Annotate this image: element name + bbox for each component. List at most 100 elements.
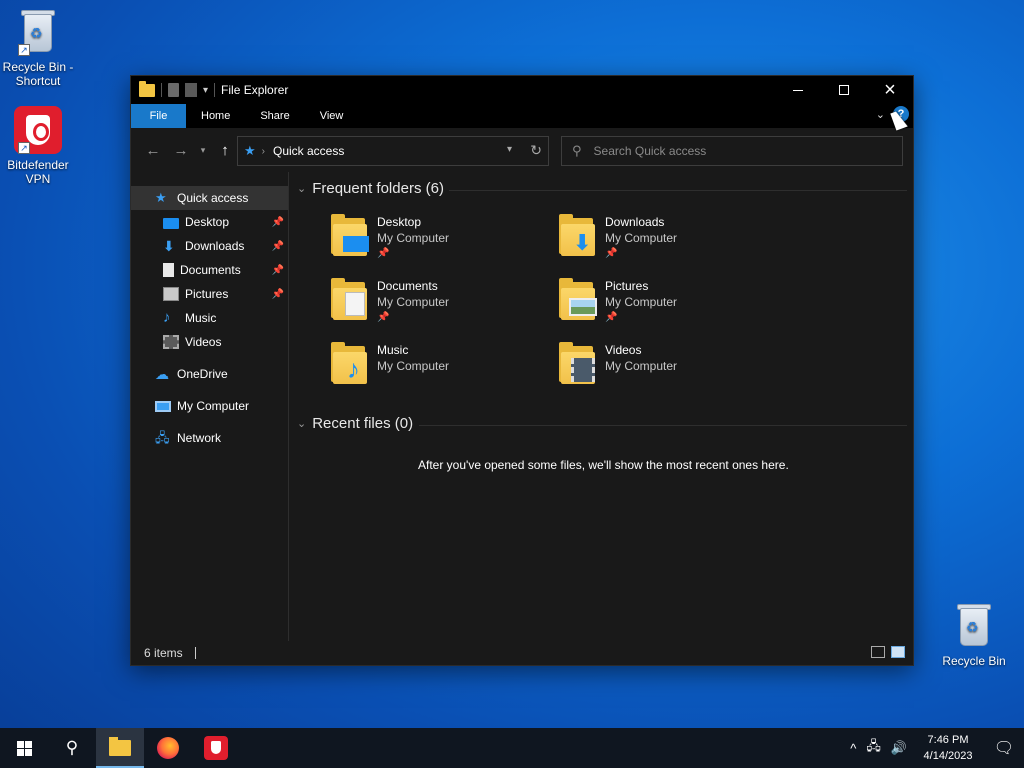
- sidebar-item-label: Documents: [180, 263, 241, 277]
- music-folder-icon: ♪: [331, 342, 371, 384]
- show-hidden-icons-chevron-icon[interactable]: ^: [850, 741, 856, 756]
- cloud-icon: ☁: [155, 366, 169, 382]
- tab-share[interactable]: Share: [245, 104, 304, 128]
- folder-tile-videos[interactable]: Videos My Computer: [559, 342, 769, 402]
- maximize-button[interactable]: [821, 76, 867, 104]
- system-tray: ^ 🖧 🔊 7:46 PM 4/14/2023 🗨: [845, 728, 1024, 768]
- divider: [161, 83, 162, 97]
- folder-location: My Computer: [377, 359, 450, 373]
- folder-tile-desktop[interactable]: Desktop My Computer 📌: [331, 214, 541, 274]
- sidebar-item-label: Music: [185, 311, 217, 325]
- recent-locations-chevron-icon[interactable]: ▾: [195, 145, 211, 156]
- minimize-button[interactable]: [775, 76, 821, 104]
- folder-name: Videos: [605, 343, 642, 357]
- properties-icon[interactable]: [168, 83, 179, 97]
- pin-icon: 📌: [377, 248, 390, 259]
- network-icon[interactable]: 🖧: [866, 737, 881, 759]
- taskbar-bitdefender[interactable]: [192, 728, 240, 768]
- address-dropdown-chevron-icon[interactable]: ▾: [507, 144, 512, 155]
- sidebar-item-onedrive[interactable]: ☁ OneDrive: [131, 362, 288, 386]
- star-icon: ★: [244, 143, 256, 158]
- sidebar-item-quick-access[interactable]: ★ Quick access: [131, 186, 288, 210]
- bitdefender-icon: [204, 736, 228, 760]
- close-button[interactable]: ×: [867, 76, 913, 104]
- address-bar[interactable]: ★ › Quick access ▾ ↻: [237, 136, 549, 166]
- clock[interactable]: 7:46 PM 4/14/2023: [912, 732, 984, 764]
- folder-tile-music[interactable]: ♪ Music My Computer: [331, 342, 541, 402]
- up-button[interactable]: ↑: [211, 142, 239, 159]
- folder-location: My Computer: [605, 359, 678, 373]
- sidebar-item-network[interactable]: 🖧 Network: [131, 426, 288, 450]
- recycle-bin-icon: ♻ ↗: [14, 8, 62, 56]
- desktop-icon-bitdefender-vpn[interactable]: ↗ Bitdefender VPN: [0, 106, 76, 186]
- collapse-chevron-icon[interactable]: ⌄: [297, 417, 306, 430]
- sidebar-item-label: Videos: [185, 335, 222, 349]
- customize-toolbar-chevron-icon[interactable]: ▾: [203, 85, 208, 96]
- folder-location: My Computer: [377, 295, 450, 309]
- pin-icon[interactable]: 📌: [272, 265, 284, 276]
- search-input[interactable]: [593, 144, 884, 158]
- folder-name: Pictures: [605, 279, 649, 293]
- tab-file[interactable]: File: [131, 104, 186, 128]
- search-icon: ⚲: [572, 143, 582, 158]
- frequent-folders-header[interactable]: ⌄ Frequent folders (6): [297, 180, 444, 197]
- volume-icon[interactable]: 🔊: [891, 740, 907, 756]
- taskbar-firefox[interactable]: [144, 728, 192, 768]
- navigation-pane: ★ Quick access Desktop 📌 ⬇ Downloads 📌 D…: [131, 172, 289, 642]
- folder-tile-pictures[interactable]: Pictures My Computer 📌: [559, 278, 769, 338]
- pin-icon[interactable]: 📌: [272, 217, 284, 228]
- maximize-icon: [839, 85, 849, 95]
- breadcrumb[interactable]: Quick access: [273, 144, 344, 158]
- status-bar: 6 items: [131, 641, 913, 665]
- clock-date: 4/14/2023: [923, 750, 973, 762]
- section-title: Recent files (0): [312, 415, 414, 432]
- notifications-icon[interactable]: 🗨: [984, 738, 1024, 758]
- videos-folder-icon: [559, 342, 599, 384]
- pin-icon[interactable]: 📌: [272, 289, 284, 300]
- sidebar-item-my-computer[interactable]: My Computer: [131, 394, 288, 418]
- expand-ribbon-chevron-icon[interactable]: ⌄: [876, 108, 885, 121]
- search-icon: ⚲: [65, 738, 79, 757]
- start-button[interactable]: [0, 728, 48, 768]
- breadcrumb-chevron-icon[interactable]: ›: [262, 146, 265, 157]
- section-title: Frequent folders (6): [312, 180, 444, 197]
- sidebar-item-videos[interactable]: Videos: [131, 330, 288, 354]
- file-explorer-window: ▾ File Explorer × File Home Share View ⌄…: [130, 75, 914, 666]
- tab-home[interactable]: Home: [186, 104, 245, 128]
- back-button[interactable]: ←: [139, 142, 167, 159]
- computer-icon: [155, 400, 171, 412]
- tab-view[interactable]: View: [305, 104, 359, 128]
- taskbar: ⚲ ^ 🖧 🔊 7:46 PM 4/14/2023 🗨: [0, 728, 1024, 768]
- folder-tile-documents[interactable]: Documents My Computer 📌: [331, 278, 541, 338]
- title-bar[interactable]: ▾ File Explorer ×: [131, 76, 913, 104]
- desktop-icon-recycle-bin[interactable]: ♻ Recycle Bin: [936, 602, 1012, 668]
- forward-button[interactable]: →: [167, 142, 195, 159]
- sidebar-item-desktop[interactable]: Desktop 📌: [131, 210, 288, 234]
- search-box[interactable]: ⚲: [561, 136, 903, 166]
- taskbar-file-explorer[interactable]: [96, 728, 144, 768]
- sidebar-item-music[interactable]: ♪ Music: [131, 306, 288, 330]
- refresh-icon[interactable]: ↻: [530, 142, 542, 159]
- sidebar-item-pictures[interactable]: Pictures 📌: [131, 282, 288, 306]
- divider: [419, 425, 907, 426]
- sidebar-item-downloads[interactable]: ⬇ Downloads 📌: [131, 234, 288, 258]
- desktop-icon-label: Recycle Bin - Shortcut: [2, 60, 74, 88]
- search-button[interactable]: ⚲: [48, 728, 96, 768]
- star-icon: ★: [155, 190, 167, 205]
- large-icons-view-icon[interactable]: [891, 646, 905, 658]
- collapse-chevron-icon[interactable]: ⌄: [297, 182, 306, 195]
- pin-icon: 📌: [605, 248, 618, 259]
- sidebar-item-label: My Computer: [177, 399, 250, 413]
- sidebar-item-documents[interactable]: Documents 📌: [131, 258, 288, 282]
- firefox-icon: [157, 737, 179, 759]
- new-folder-icon[interactable]: [185, 83, 197, 97]
- pin-icon[interactable]: 📌: [272, 241, 284, 252]
- recent-files-empty-message: After you've opened some files, we'll sh…: [418, 458, 789, 472]
- desktop-icon-recycle-bin-shortcut[interactable]: ♻ ↗ Recycle Bin - Shortcut: [0, 8, 76, 88]
- details-view-icon[interactable]: [871, 646, 885, 658]
- pin-icon: 📌: [605, 312, 618, 323]
- folder-tile-downloads[interactable]: ⬇ Downloads My Computer 📌: [559, 214, 769, 274]
- recent-files-header[interactable]: ⌄ Recent files (0): [297, 415, 413, 432]
- file-explorer-icon: [109, 737, 131, 756]
- folder-name: Downloads: [605, 215, 665, 229]
